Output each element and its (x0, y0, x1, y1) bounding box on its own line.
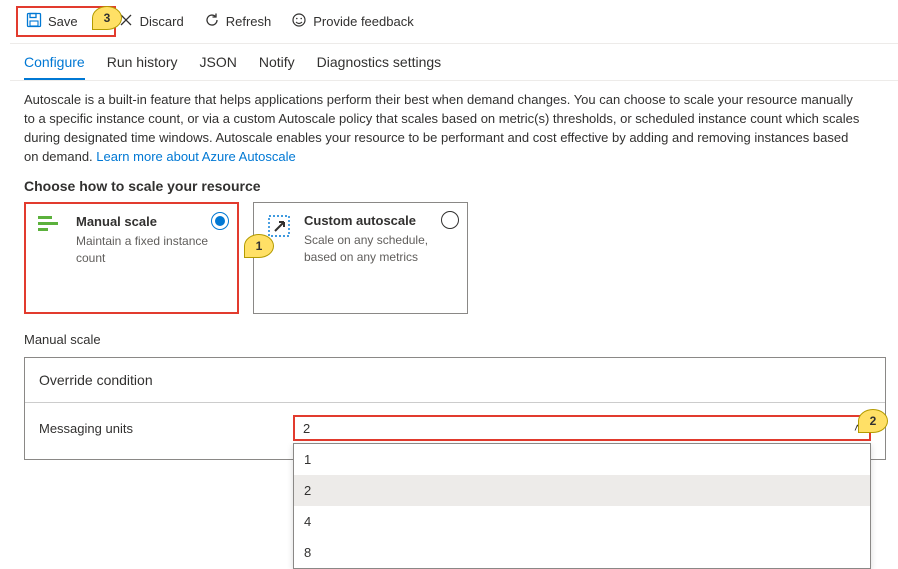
callout-3: 3 (92, 6, 122, 30)
manual-scale-card[interactable]: Manual scale Maintain a fixed instance c… (24, 202, 239, 314)
option-1[interactable]: 1 (294, 444, 870, 475)
feedback-button[interactable]: Provide feedback (283, 8, 421, 35)
option-8[interactable]: 8 (294, 537, 870, 568)
option-2[interactable]: 2 (294, 475, 870, 506)
smiley-icon (291, 12, 307, 31)
scale-options: Manual scale Maintain a fixed instance c… (10, 202, 898, 314)
manual-scale-heading: Manual scale (10, 314, 898, 353)
override-condition: Override condition (25, 358, 885, 403)
refresh-button[interactable]: Refresh (196, 8, 280, 35)
manual-radio[interactable] (211, 212, 229, 230)
tab-json[interactable]: JSON (200, 54, 237, 80)
tab-diagnostics[interactable]: Diagnostics settings (317, 54, 442, 80)
messaging-units-value: 2 (303, 421, 310, 436)
callout-1: 1 (244, 234, 274, 258)
option-4[interactable]: 4 (294, 506, 870, 537)
manual-sub: Maintain a fixed instance count (76, 233, 225, 265)
messaging-units-select[interactable]: 2 ˄ 1 2 4 8 (293, 415, 871, 441)
tab-bar: Configure Run history JSON Notify Diagno… (10, 44, 898, 81)
save-label: Save (48, 14, 78, 29)
feedback-label: Provide feedback (313, 14, 413, 29)
custom-radio[interactable] (441, 211, 459, 229)
refresh-icon (204, 12, 220, 31)
manual-title: Manual scale (76, 214, 225, 229)
autoscale-description: Autoscale is a built-in feature that hel… (10, 81, 880, 172)
scale-section-title: Choose how to scale your resource (10, 172, 898, 202)
manual-scale-icon (38, 214, 66, 302)
discard-button[interactable]: Discard (110, 8, 192, 35)
custom-autoscale-icon (266, 213, 294, 303)
callout-2: 2 (858, 409, 888, 433)
refresh-label: Refresh (226, 14, 272, 29)
tab-run-history[interactable]: Run history (107, 54, 178, 80)
toolbar: Save Discard Refresh Provide feedback (10, 0, 898, 44)
save-icon (26, 12, 42, 31)
learn-more-link[interactable]: Learn more about Azure Autoscale (96, 149, 295, 164)
manual-scale-panel: Override condition Messaging units 2 ˄ 1… (24, 357, 886, 460)
save-button[interactable]: Save (18, 8, 86, 35)
tab-notify[interactable]: Notify (259, 54, 295, 80)
messaging-units-dropdown: 1 2 4 8 (293, 443, 871, 569)
messaging-units-label: Messaging units (39, 421, 283, 436)
custom-autoscale-card[interactable]: Custom autoscale Scale on any schedule, … (253, 202, 468, 314)
custom-title: Custom autoscale (304, 213, 455, 228)
discard-label: Discard (140, 14, 184, 29)
tab-configure[interactable]: Configure (24, 54, 85, 80)
custom-sub: Scale on any schedule, based on any metr… (304, 232, 455, 264)
